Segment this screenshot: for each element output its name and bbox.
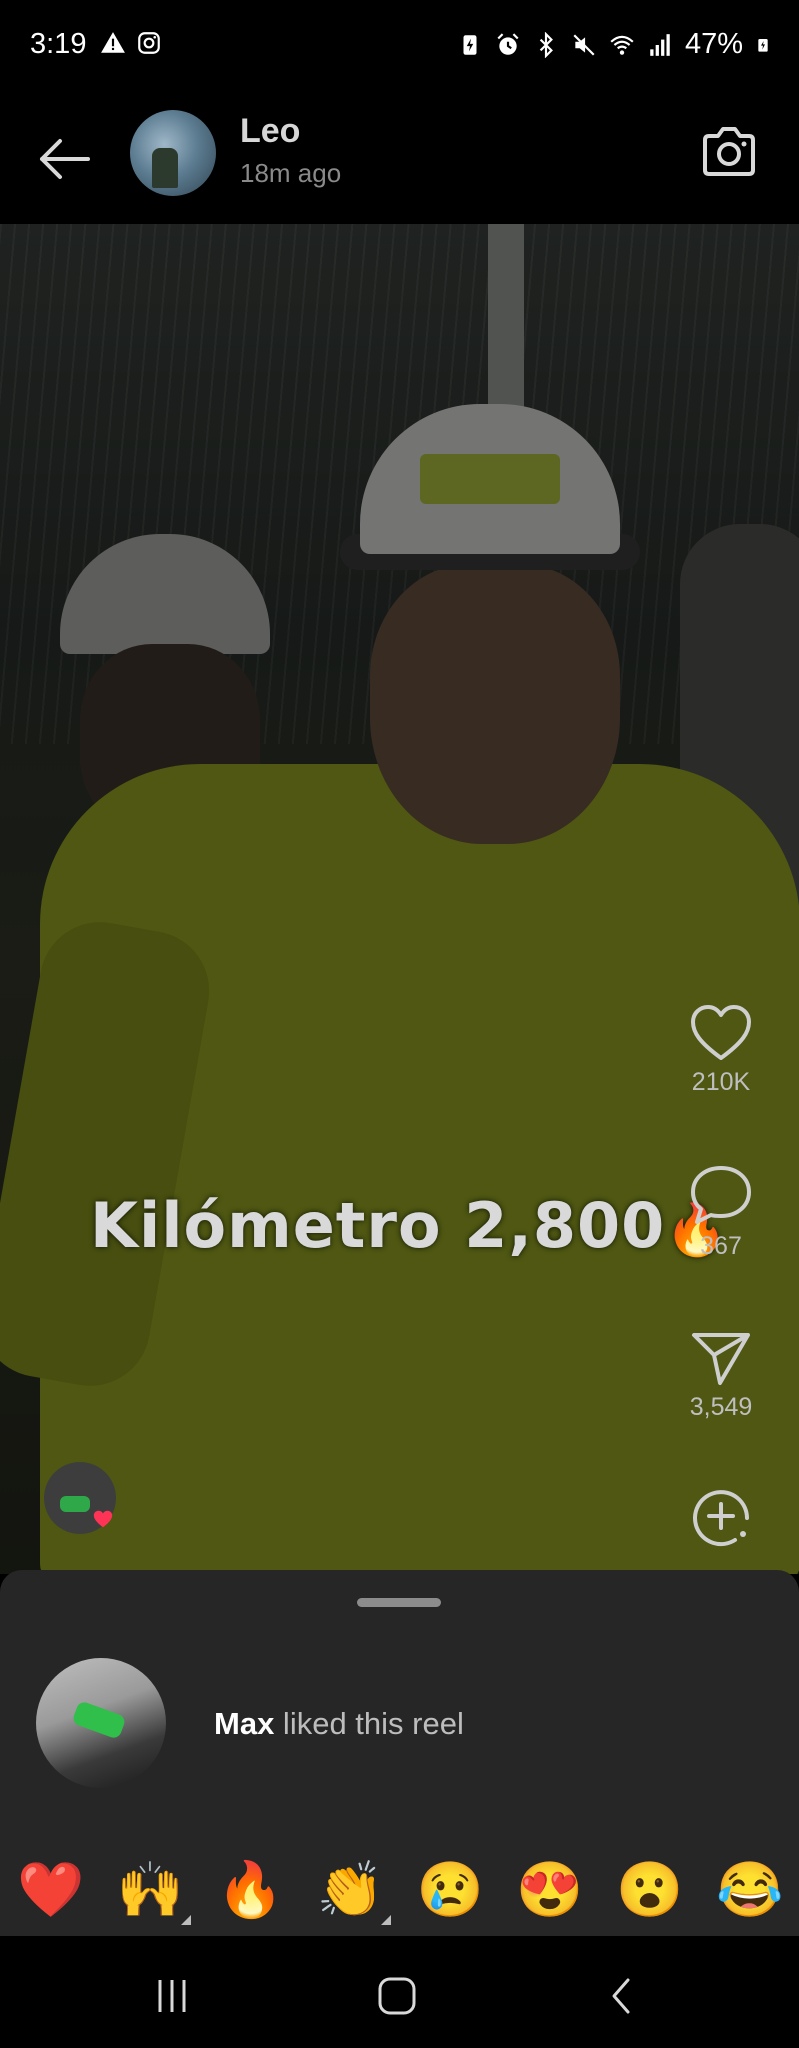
reel-video[interactable]: Kilómetro 2,800🔥 210K 367 3,549	[0, 224, 799, 1574]
instagram-icon	[138, 32, 160, 54]
arrow-left-icon[interactable]	[36, 134, 92, 184]
share-count: 3,549	[689, 1393, 753, 1421]
bluetooth-icon	[539, 31, 553, 58]
reel-header: Leo 18m ago	[0, 92, 799, 224]
author-name[interactable]: Leo	[240, 112, 300, 151]
post-time: 18m ago	[240, 158, 342, 188]
liker-avatar[interactable]	[36, 1658, 166, 1788]
status-notification-icons	[100, 30, 162, 56]
heart-outline-icon[interactable]	[689, 1004, 753, 1062]
signal-icon	[650, 33, 670, 56]
reel-caption: Kilómetro 2,800🔥	[90, 1189, 729, 1262]
reaction-raised-hands-emoji: 🙌	[116, 1860, 185, 1920]
likes-sheet[interactable]: Max liked this reel ❤️ 🙌 🔥 👏 😢 😍 😮 😂	[0, 1570, 799, 1936]
remix-action[interactable]	[671, 1484, 771, 1548]
skin-tone-indicator	[380, 1915, 391, 1925]
wifi-icon	[610, 35, 634, 55]
warning-icon	[101, 32, 125, 53]
home-icon[interactable]	[377, 1976, 417, 2016]
add-circle-icon[interactable]	[689, 1484, 753, 1548]
comment-count: 367	[700, 1232, 742, 1260]
battery-charging-icon	[758, 38, 768, 52]
like-action[interactable]: 210K	[671, 1004, 771, 1097]
status-bar: 3:19 47%	[0, 0, 799, 92]
mute-icon	[573, 33, 595, 56]
like-count: 210K	[691, 1068, 751, 1096]
battery-percent: 47%	[684, 28, 743, 60]
share-action[interactable]: 3,549	[671, 1329, 771, 1422]
system-nav-bar	[0, 1936, 799, 2048]
reel-caption-text: Kilómetro 2,800	[90, 1189, 666, 1262]
reaction-clapping-emoji: 👏	[316, 1860, 384, 1920]
reaction-fire[interactable]: 🔥	[217, 1857, 284, 1923]
back-nav-icon[interactable]	[602, 1976, 642, 2016]
reaction-heart-eyes[interactable]: 😍	[516, 1857, 583, 1923]
heart-badge-icon	[93, 1510, 113, 1528]
recent-apps-icon[interactable]	[152, 1976, 192, 2016]
liker-name[interactable]: Max	[214, 1706, 274, 1741]
battery-saver-icon	[463, 34, 477, 55]
reaction-surprised[interactable]: 😮	[616, 1857, 683, 1923]
reaction-heart[interactable]: ❤️	[17, 1857, 84, 1923]
comment-bubble-icon[interactable]	[689, 1164, 753, 1226]
liked-notice-text: liked this reel	[274, 1706, 464, 1741]
sheet-drag-handle[interactable]	[357, 1598, 441, 1607]
liked-notice: Max liked this reel	[214, 1706, 464, 1742]
camera-icon[interactable]	[699, 124, 759, 180]
paper-plane-icon[interactable]	[690, 1329, 752, 1387]
reaction-bar: ❤️ 🙌 🔥 👏 😢 😍 😮 😂	[0, 1850, 799, 1930]
comment-action[interactable]: 367	[671, 1164, 771, 1261]
reaction-raised-hands[interactable]: 🙌	[116, 1857, 191, 1925]
reaction-clapping[interactable]: 👏	[316, 1857, 391, 1925]
reaction-laughing[interactable]: 😂	[716, 1857, 783, 1923]
alarm-icon	[497, 32, 519, 55]
status-system-icons: 47%	[457, 28, 771, 61]
author-avatar[interactable]	[130, 110, 216, 196]
reaction-crying[interactable]: 😢	[416, 1857, 483, 1923]
skin-tone-indicator	[180, 1915, 191, 1925]
status-time: 3:19	[30, 28, 87, 60]
